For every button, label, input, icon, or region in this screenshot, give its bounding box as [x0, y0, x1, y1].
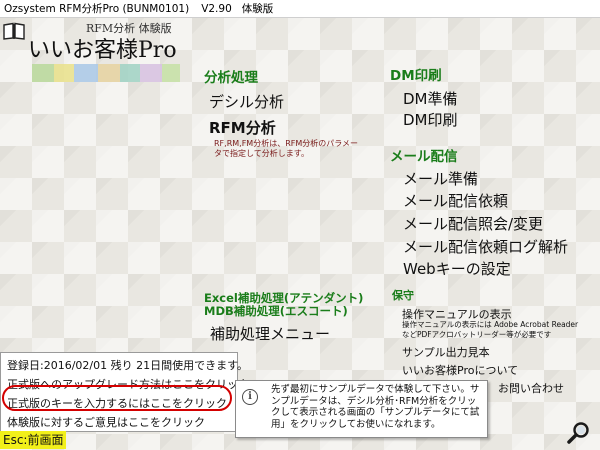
mail-prep-button[interactable]: メール準備: [403, 168, 478, 189]
rfm-analysis-button[interactable]: RFM分析: [209, 117, 276, 138]
mail-heading: メール配信: [390, 149, 458, 165]
highlight-oval: [2, 385, 232, 411]
contact-button[interactable]: お問い合わせ: [498, 380, 564, 396]
window-title: Ozsystem RFM分析Pro (BUNM0101): [4, 3, 190, 15]
dm-prep-button[interactable]: DM準備: [403, 88, 458, 109]
mail-log-button[interactable]: メール配信依頼ログ解析: [403, 236, 568, 257]
registration-info: 登録日:2016/02/01 残り 21日間使用できます。: [7, 359, 248, 372]
sample-output-button[interactable]: サンプル出力見本: [402, 344, 490, 360]
about-button[interactable]: いいお客様Proについて: [402, 362, 518, 378]
rfm-note: RF,RM,FM分析は、RFM分析のパラメータで指定して分析します。: [214, 139, 359, 158]
search-icon[interactable]: [566, 420, 592, 450]
mdb-heading: MDB補助処理(エスコート): [204, 304, 348, 318]
analysis-heading: 分析処理: [204, 70, 258, 86]
info-icon: i: [242, 389, 258, 405]
webkey-button[interactable]: Webキーの設定: [403, 258, 511, 279]
logo-title: いいお客様Pro: [28, 38, 177, 63]
window-edition: 体験版: [241, 3, 274, 15]
tooltip-text: 先ず最初にサンプルデータで体験して下さい。サンプルデータは、デシル分析･RFM分…: [271, 384, 480, 430]
feedback-link[interactable]: 体験版に対するご意見はここをクリック: [7, 414, 205, 430]
decile-analysis-button[interactable]: デシル分析: [209, 91, 284, 112]
hint-tooltip: i 先ず最初にサンプルデータで体験して下さい。サンプルデータは、デシル分析･RF…: [235, 380, 488, 438]
manual-note: 操作マニュアルの表示には Adobe Acrobat ReaderなどPDFアク…: [402, 320, 579, 339]
mail-request-button[interactable]: メール配信依頼: [403, 190, 508, 211]
title-bar: Ozsystem RFM分析Pro (BUNM0101) V2.90 体験版: [0, 0, 600, 18]
book-icon: [3, 22, 25, 44]
esc-back-button[interactable]: Esc:前画面: [0, 431, 67, 449]
logo-color-strip: [32, 64, 182, 84]
maintenance-heading: 保守: [392, 289, 414, 302]
window-version: V2.90: [201, 3, 232, 15]
dm-print-button[interactable]: DM印刷: [403, 109, 458, 130]
aux-menu-button[interactable]: 補助処理メニュー: [210, 323, 330, 344]
app-logo: RFM分析 体験版 いいお客様Pro: [0, 18, 190, 93]
dm-heading: DM印刷: [390, 68, 442, 84]
mail-inquiry-button[interactable]: メール配信照会/変更: [403, 213, 543, 234]
